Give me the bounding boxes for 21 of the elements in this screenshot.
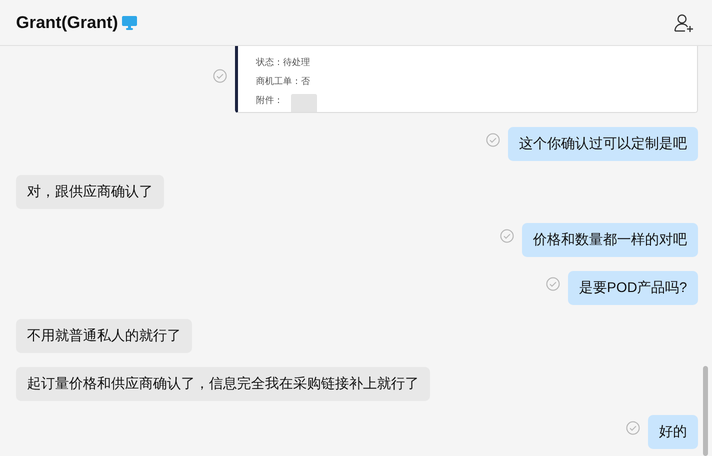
field-label: 附件：: [256, 94, 283, 106]
message-bubble: 不用就普通私人的就行了: [16, 319, 192, 353]
monitor-icon: [122, 16, 137, 30]
message-bubble: 价格和数量都一样的对吧: [522, 223, 698, 257]
read-check-icon: [486, 133, 500, 147]
message-bubble: 起订量价格和供应商确认了，信息完全我在采购链接补上就行了: [16, 367, 430, 401]
message-bubble: 这个你确认过可以定制是吧: [508, 127, 698, 161]
field-text: 商机工单：否: [256, 75, 311, 87]
scrollbar[interactable]: [703, 366, 708, 456]
contact-name: Grant(Grant): [16, 12, 118, 32]
message-bubble: 对，跟供应商确认了: [16, 175, 164, 209]
field-text: 状态：待处理: [256, 56, 311, 68]
add-user-icon[interactable]: [674, 12, 694, 32]
image-thumbnail[interactable]: [291, 94, 317, 112]
read-check-icon: [213, 68, 227, 82]
read-check-icon: [500, 229, 514, 243]
read-check-icon: [546, 277, 560, 291]
message-bubble: 是要POD产品吗?: [568, 271, 698, 305]
message-bubble: 好的: [648, 415, 698, 449]
read-check-icon: [626, 421, 640, 435]
screenshot-card[interactable]: 状态：待处理 商机工单：否 附件：: [235, 46, 698, 113]
